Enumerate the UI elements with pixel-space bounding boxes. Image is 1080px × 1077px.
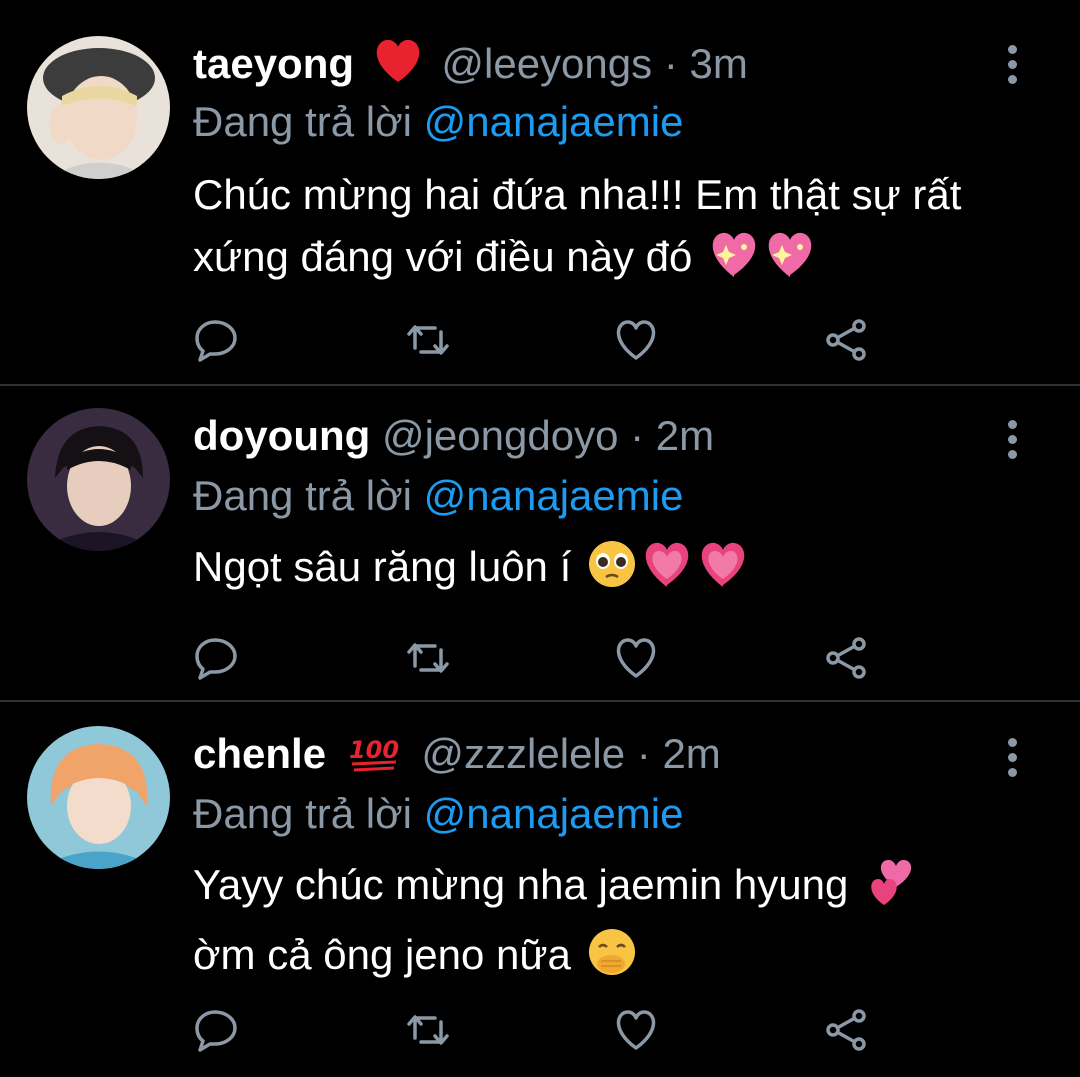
reply-context: Đang trả lời @nanajaemie [193, 470, 683, 522]
sparkling-heart-icon [708, 231, 760, 296]
timestamp: · 2m [630, 412, 715, 459]
tweet-text: Ngọt sâu răng luôn í [193, 536, 1023, 606]
tweet-actions [193, 636, 893, 680]
sparkling-heart-icon [764, 231, 816, 296]
display-name[interactable]: chenle [193, 730, 326, 777]
reply-mention[interactable]: @nanajaemie [424, 98, 684, 145]
tweet-doyoung[interactable]: doyoung @jeongdoyo · 2m Đang trả lời @na… [0, 386, 1080, 702]
tweet-text-content: Ngọt sâu răng luôn í [193, 543, 572, 590]
user-handle[interactable]: @leeyongs [441, 40, 652, 87]
display-name[interactable]: doyoung [193, 412, 370, 459]
timestamp: · 2m [636, 730, 721, 778]
tweet-actions [193, 1008, 893, 1052]
reply-context: Đang trả lời @nanajaemie [193, 788, 683, 840]
tweet-header: taeyong @leeyongs · 3m [193, 38, 748, 96]
retweet-icon[interactable] [405, 318, 451, 362]
timestamp: · 3m [663, 40, 748, 88]
tweet-actions [193, 318, 893, 362]
pleading-face-icon [587, 539, 637, 606]
reply-mention[interactable]: @nanajaemie [424, 472, 684, 519]
more-options-icon[interactable] [1006, 45, 1018, 85]
tweet-chenle[interactable]: chenle 100 @zzzlelele · 2m Đang trả lời … [0, 702, 1080, 1077]
avatar[interactable] [27, 408, 170, 551]
tweet-text-line-1: Yayy chúc mừng nha jaemin hyung [193, 854, 1023, 924]
reply-mention[interactable]: @nanajaemie [424, 790, 684, 837]
svg-text:100: 100 [349, 736, 399, 764]
reply-context: Đang trả lời @nanajaemie [193, 96, 683, 148]
reply-icon[interactable] [193, 636, 239, 680]
share-icon[interactable] [823, 1008, 869, 1052]
tweet-text: Chúc mừng hai đứa nha!!! Em thật sự rất … [193, 164, 1023, 296]
two-hearts-icon [864, 857, 918, 924]
hundred-points-icon: 100 [344, 728, 404, 786]
beating-heart-icon [697, 541, 749, 606]
avatar[interactable] [27, 726, 170, 869]
like-icon[interactable] [613, 318, 659, 362]
reply-icon[interactable] [193, 318, 239, 362]
reply-prefix: Đang trả lời [193, 790, 412, 837]
hand-over-mouth-face-icon [587, 927, 637, 994]
reply-icon[interactable] [193, 1008, 239, 1052]
reply-prefix: Đang trả lời [193, 98, 412, 145]
share-icon[interactable] [823, 636, 869, 680]
user-handle[interactable]: @zzzlelele [421, 730, 625, 777]
tweet-text-line-2: ờm cả ông jeno nữa [193, 924, 1023, 994]
share-icon[interactable] [823, 318, 869, 362]
like-icon[interactable] [613, 1008, 659, 1052]
retweet-icon[interactable] [405, 636, 451, 680]
user-handle[interactable]: @jeongdoyo [382, 412, 618, 459]
beating-heart-icon [641, 541, 693, 606]
reply-prefix: Đang trả lời [193, 472, 412, 519]
tweet-header: doyoung @jeongdoyo · 2m [193, 410, 714, 462]
red-heart-icon [372, 38, 424, 96]
tweet-text: Yayy chúc mừng nha jaemin hyung ờm cả ôn… [193, 854, 1023, 994]
tweet-taeyong[interactable]: taeyong @leeyongs · 3m Đang trả lời @nan… [0, 0, 1080, 386]
avatar[interactable] [27, 36, 170, 179]
display-name[interactable]: taeyong [193, 40, 354, 87]
tweet-header: chenle 100 @zzzlelele · 2m [193, 728, 721, 786]
tweet-text-content: Chúc mừng hai đứa nha!!! Em thật sự rất … [193, 171, 962, 280]
retweet-icon[interactable] [405, 1008, 451, 1052]
more-options-icon[interactable] [1006, 738, 1018, 778]
like-icon[interactable] [613, 636, 659, 680]
more-options-icon[interactable] [1006, 420, 1018, 460]
